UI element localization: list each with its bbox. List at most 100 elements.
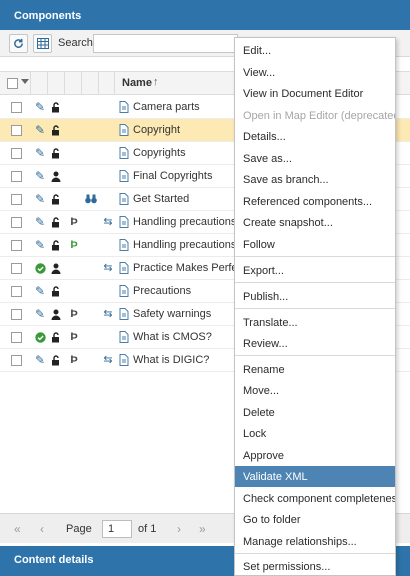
check-circle-icon <box>33 261 47 275</box>
menu-separator <box>235 282 395 283</box>
sync-icon: ⇆ <box>103 215 113 228</box>
row-name[interactable]: Handling precautions_F <box>133 239 249 251</box>
row-checkbox[interactable] <box>11 171 22 182</box>
menu-item-translate[interactable]: Translate... <box>235 312 395 333</box>
sync-icon: ⇆ <box>103 261 113 274</box>
row-name[interactable]: Precautions <box>133 285 191 297</box>
menu-item-edit[interactable]: Edit... <box>235 40 395 61</box>
row-name[interactable]: What is DIGIC? <box>133 354 209 366</box>
doc-icon <box>117 123 131 137</box>
first-page-icon[interactable]: « <box>14 522 21 536</box>
context-menu: Edit... View... View in Document Editor … <box>234 37 396 576</box>
menu-item-referenced-components[interactable]: Referenced components... <box>235 191 395 212</box>
row-name[interactable]: Practice Makes Perfect <box>133 262 246 274</box>
last-page-icon[interactable]: » <box>199 522 206 536</box>
menu-item-set-permissions[interactable]: Set permissions... <box>235 556 395 576</box>
column-header-name[interactable]: Name <box>122 77 152 89</box>
columns-button[interactable] <box>33 34 52 53</box>
unlock-icon <box>49 192 63 206</box>
menu-item-export[interactable]: Export... <box>235 260 395 281</box>
row-checkbox[interactable] <box>11 286 22 297</box>
search-input[interactable] <box>93 34 238 53</box>
row-name[interactable]: Camera parts <box>133 101 200 113</box>
refresh-icon <box>14 38 23 48</box>
menu-item-view-in-document-editor[interactable]: View in Document Editor <box>235 83 395 104</box>
menu-item-rename[interactable]: Rename <box>235 359 395 380</box>
menu-item-lock[interactable]: Lock <box>235 423 395 444</box>
row-checkbox[interactable] <box>11 102 22 113</box>
next-page-icon[interactable]: › <box>177 522 181 536</box>
column-divider <box>47 72 48 94</box>
pencil-icon: ✎ <box>34 169 46 183</box>
doc-icon <box>117 215 131 229</box>
menu-item-check-completeness[interactable]: Check component completeness <box>235 488 395 509</box>
row-checkbox[interactable] <box>11 125 22 136</box>
row-checkbox[interactable] <box>11 148 22 159</box>
pencil-icon: ✎ <box>34 238 46 252</box>
menu-item-move[interactable]: Move... <box>235 380 395 401</box>
row-name[interactable]: Safety warnings <box>133 308 211 320</box>
prev-page-icon[interactable]: ‹ <box>40 522 44 536</box>
flag-green-icon: Ϸ <box>70 238 78 251</box>
menu-item-manage-relationships[interactable]: Manage relationships... <box>235 531 395 552</box>
components-panel-header: Components <box>0 0 410 30</box>
menu-separator <box>235 553 395 554</box>
doc-icon <box>117 146 131 160</box>
person-icon <box>49 169 63 183</box>
row-name[interactable]: Copyrights <box>133 147 186 159</box>
column-divider <box>114 72 115 94</box>
doc-icon <box>117 353 131 367</box>
pencil-icon: ✎ <box>34 307 46 321</box>
column-divider <box>30 72 31 94</box>
select-all-checkbox[interactable] <box>7 78 18 89</box>
row-checkbox[interactable] <box>11 355 22 366</box>
menu-item-save-as[interactable]: Save as... <box>235 148 395 169</box>
pencil-icon: ✎ <box>34 192 46 206</box>
menu-item-validate-xml[interactable]: Validate XML <box>235 466 395 487</box>
menu-item-publish[interactable]: Publish... <box>235 286 395 307</box>
menu-item-details[interactable]: Details... <box>235 126 395 147</box>
flag-icon: Ϸ <box>70 330 78 343</box>
row-checkbox[interactable] <box>11 309 22 320</box>
doc-icon <box>117 238 131 252</box>
menu-item-review[interactable]: Review... <box>235 333 395 354</box>
page-number-input[interactable]: 1 <box>102 520 132 538</box>
person-icon <box>49 261 63 275</box>
unlock-icon <box>49 330 63 344</box>
page-count-label: of 1 <box>138 523 157 535</box>
menu-item-open-in-map-editor: Open in Map Editor (deprecated) <box>243 110 395 122</box>
binoculars-icon <box>84 192 98 206</box>
table-icon <box>36 38 49 49</box>
row-checkbox[interactable] <box>11 332 22 343</box>
column-divider <box>98 72 99 94</box>
row-checkbox[interactable] <box>11 263 22 274</box>
menu-item-delete[interactable]: Delete <box>235 402 395 423</box>
page-label: Page <box>66 523 92 535</box>
menu-item-follow[interactable]: Follow <box>235 234 395 255</box>
row-name[interactable]: Handling precautions <box>133 216 236 228</box>
chevron-down-icon[interactable] <box>21 79 29 84</box>
flag-icon: Ϸ <box>70 353 78 366</box>
menu-item-go-to-folder[interactable]: Go to folder <box>235 509 395 530</box>
refresh-button[interactable] <box>9 34 28 53</box>
doc-icon <box>117 261 131 275</box>
row-name[interactable]: What is CMOS? <box>133 331 212 343</box>
row-checkbox[interactable] <box>11 240 22 251</box>
footer-title: Content details <box>14 554 94 566</box>
menu-item-approve[interactable]: Approve <box>235 445 395 466</box>
sync-icon: ⇆ <box>103 307 113 320</box>
pencil-icon: ✎ <box>34 123 46 137</box>
menu-item-view[interactable]: View... <box>235 62 395 83</box>
row-name[interactable]: Get Started <box>133 193 189 205</box>
row-checkbox[interactable] <box>11 217 22 228</box>
sort-ascending-icon[interactable]: ↑ <box>153 76 159 88</box>
row-checkbox[interactable] <box>11 194 22 205</box>
row-name[interactable]: Copyright <box>133 124 180 136</box>
menu-item-save-as-branch[interactable]: Save as branch... <box>235 169 395 190</box>
row-name[interactable]: Final Copyrights <box>133 170 212 182</box>
menu-item-create-snapshot[interactable]: Create snapshot... <box>235 212 395 233</box>
unlock-icon <box>49 100 63 114</box>
menu-separator <box>235 256 395 257</box>
unlock-icon <box>49 353 63 367</box>
pencil-icon: ✎ <box>34 284 46 298</box>
